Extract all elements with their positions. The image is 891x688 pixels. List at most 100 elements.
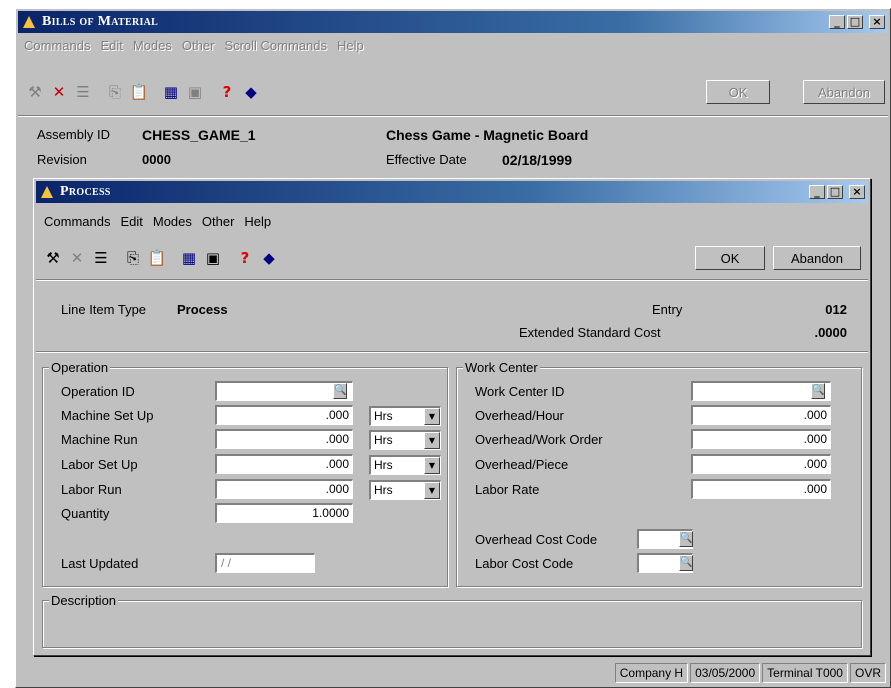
menu-modes[interactable]: Modes [133, 38, 172, 53]
help-icon[interactable]: ? [234, 247, 256, 269]
dialog-close-button[interactable]: × [849, 185, 865, 199]
calculator-icon[interactable]: ▦ [160, 81, 182, 103]
chevron-down-icon[interactable]: ▼ [424, 482, 440, 499]
labor-setup-input[interactable]: .000 [215, 454, 353, 474]
status-terminal: Terminal T000 [762, 663, 848, 683]
hammer-icon[interactable]: ⚒ [24, 81, 46, 103]
effective-date-value: 02/18/1999 [502, 152, 573, 168]
machine-setup-input[interactable]: .000 [215, 405, 353, 425]
dialog-menu-commands[interactable]: Commands [44, 214, 110, 229]
operation-id-label: Operation ID [61, 384, 135, 399]
main-abandon-button[interactable]: Abandon [803, 80, 885, 104]
dialog-ok-button[interactable]: OK [695, 246, 765, 270]
menu-other[interactable]: Other [182, 38, 215, 53]
copy-icon[interactable]: ⎘ [122, 247, 144, 269]
overhead-hour-label: Overhead/Hour [475, 408, 564, 423]
main-separator [18, 115, 888, 117]
process-dialog: Process _ □ × Commands Edit Modes Other … [33, 178, 871, 656]
overhead-work-order-input[interactable]: .000 [691, 429, 831, 449]
labor-rate-input[interactable]: .000 [691, 479, 831, 499]
operation-group-title: Operation [49, 360, 111, 375]
dialog-app-icon [40, 185, 54, 199]
dialog-abandon-button[interactable]: Abandon [773, 246, 861, 270]
minimize-button[interactable]: _ [829, 15, 845, 29]
machine-setup-unit-select[interactable]: Hrs ▼ [369, 406, 441, 426]
revision-label: Revision [37, 152, 87, 167]
machine-run-unit: Hrs [374, 433, 393, 447]
line-item-type-value: Process [177, 302, 228, 317]
chevron-down-icon[interactable]: ▼ [424, 408, 440, 425]
description-label: Description [49, 593, 119, 608]
labor-setup-unit: Hrs [374, 458, 393, 472]
dialog-maximize-button[interactable]: □ [827, 185, 843, 199]
overhead-piece-label: Overhead/Piece [475, 457, 569, 472]
delete-icon[interactable]: ✕ [66, 247, 88, 269]
dialog-menu-help[interactable]: Help [244, 214, 271, 229]
delete-icon[interactable]: ✕ [48, 81, 70, 103]
effective-date-label: Effective Date [386, 152, 467, 167]
calendar-icon[interactable]: ▣ [202, 247, 224, 269]
menu-help[interactable]: Help [337, 38, 364, 53]
paste-icon[interactable]: 📋 [128, 81, 150, 103]
main-menu-bar: Commands Edit Modes Other Scroll Command… [20, 35, 880, 55]
labor-setup-label: Labor Set Up [61, 457, 138, 472]
labor-cost-code-lookup-icon[interactable]: 🔍 [679, 555, 693, 571]
labor-run-unit-select[interactable]: Hrs ▼ [369, 480, 441, 500]
copy-icon[interactable]: ⎘ [104, 81, 126, 103]
overhead-work-order-label: Overhead/Work Order [475, 432, 603, 447]
machine-setup-label: Machine Set Up [61, 408, 154, 423]
labor-setup-unit-select[interactable]: Hrs ▼ [369, 455, 441, 475]
work-center-group: Work Center Work Center ID 🔍 Overhead/Ho… [456, 360, 862, 587]
status-date: 03/05/2000 [690, 663, 761, 683]
work-center-id-input[interactable] [691, 381, 831, 401]
dialog-title: Process [60, 184, 111, 199]
labor-rate-label: Labor Rate [475, 482, 540, 497]
hammer-icon[interactable]: ⚒ [42, 247, 64, 269]
machine-run-unit-select[interactable]: Hrs ▼ [369, 430, 441, 450]
overhead-hour-input[interactable]: .000 [691, 405, 831, 425]
main-title-bar: Bills of Material _ □ × [18, 11, 888, 33]
list-icon[interactable]: ☰ [90, 247, 112, 269]
chevron-down-icon[interactable]: ▼ [424, 457, 440, 474]
machine-run-input[interactable]: .000 [215, 429, 353, 449]
app-icon [22, 15, 36, 29]
book-icon[interactable]: ◆ [258, 247, 280, 269]
labor-run-label: Labor Run [61, 482, 122, 497]
dialog-separator [36, 279, 868, 281]
menu-edit[interactable]: Edit [100, 38, 122, 53]
dialog-title-bar: Process _ □ × [36, 181, 868, 203]
dialog-menu-edit[interactable]: Edit [120, 214, 142, 229]
work-center-id-label: Work Center ID [475, 384, 565, 399]
chevron-down-icon[interactable]: ▼ [424, 432, 440, 449]
operation-lookup-icon[interactable]: 🔍 [333, 383, 347, 399]
menu-commands[interactable]: Commands [24, 38, 90, 53]
main-ok-button[interactable]: OK [706, 80, 770, 104]
work-center-lookup-icon[interactable]: 🔍 [811, 383, 825, 399]
help-icon[interactable]: ? [216, 81, 238, 103]
dialog-menu-other[interactable]: Other [202, 214, 235, 229]
quantity-input[interactable]: 1.0000 [215, 503, 353, 523]
dialog-minimize-button[interactable]: _ [809, 185, 825, 199]
main-title: Bills of Material [42, 14, 159, 29]
overhead-cost-code-lookup-icon[interactable]: 🔍 [679, 531, 693, 547]
work-center-group-title: Work Center [463, 360, 540, 375]
maximize-button[interactable]: □ [847, 15, 863, 29]
calculator-icon[interactable]: ▦ [178, 247, 200, 269]
labor-cost-code-label: Labor Cost Code [475, 556, 574, 571]
overhead-cost-code-label: Overhead Cost Code [475, 532, 598, 547]
labor-run-input[interactable]: .000 [215, 479, 353, 499]
close-button[interactable]: × [869, 15, 885, 29]
book-icon[interactable]: ◆ [240, 81, 262, 103]
menu-scroll-commands[interactable]: Scroll Commands [224, 38, 327, 53]
dialog-menu-modes[interactable]: Modes [153, 214, 192, 229]
paste-icon[interactable]: 📋 [146, 247, 168, 269]
quantity-label: Quantity [61, 506, 110, 521]
assembly-id-value: CHESS_GAME_1 [142, 127, 256, 143]
overhead-piece-input[interactable]: .000 [691, 454, 831, 474]
ext-std-cost-value: .0000 [814, 325, 847, 340]
list-icon[interactable]: ☰ [72, 81, 94, 103]
calendar-icon[interactable]: ▣ [184, 81, 206, 103]
machine-setup-unit: Hrs [374, 409, 393, 423]
header-separator [36, 351, 868, 353]
operation-group: Operation Operation ID 🔍 Machine Set Up … [42, 360, 448, 587]
